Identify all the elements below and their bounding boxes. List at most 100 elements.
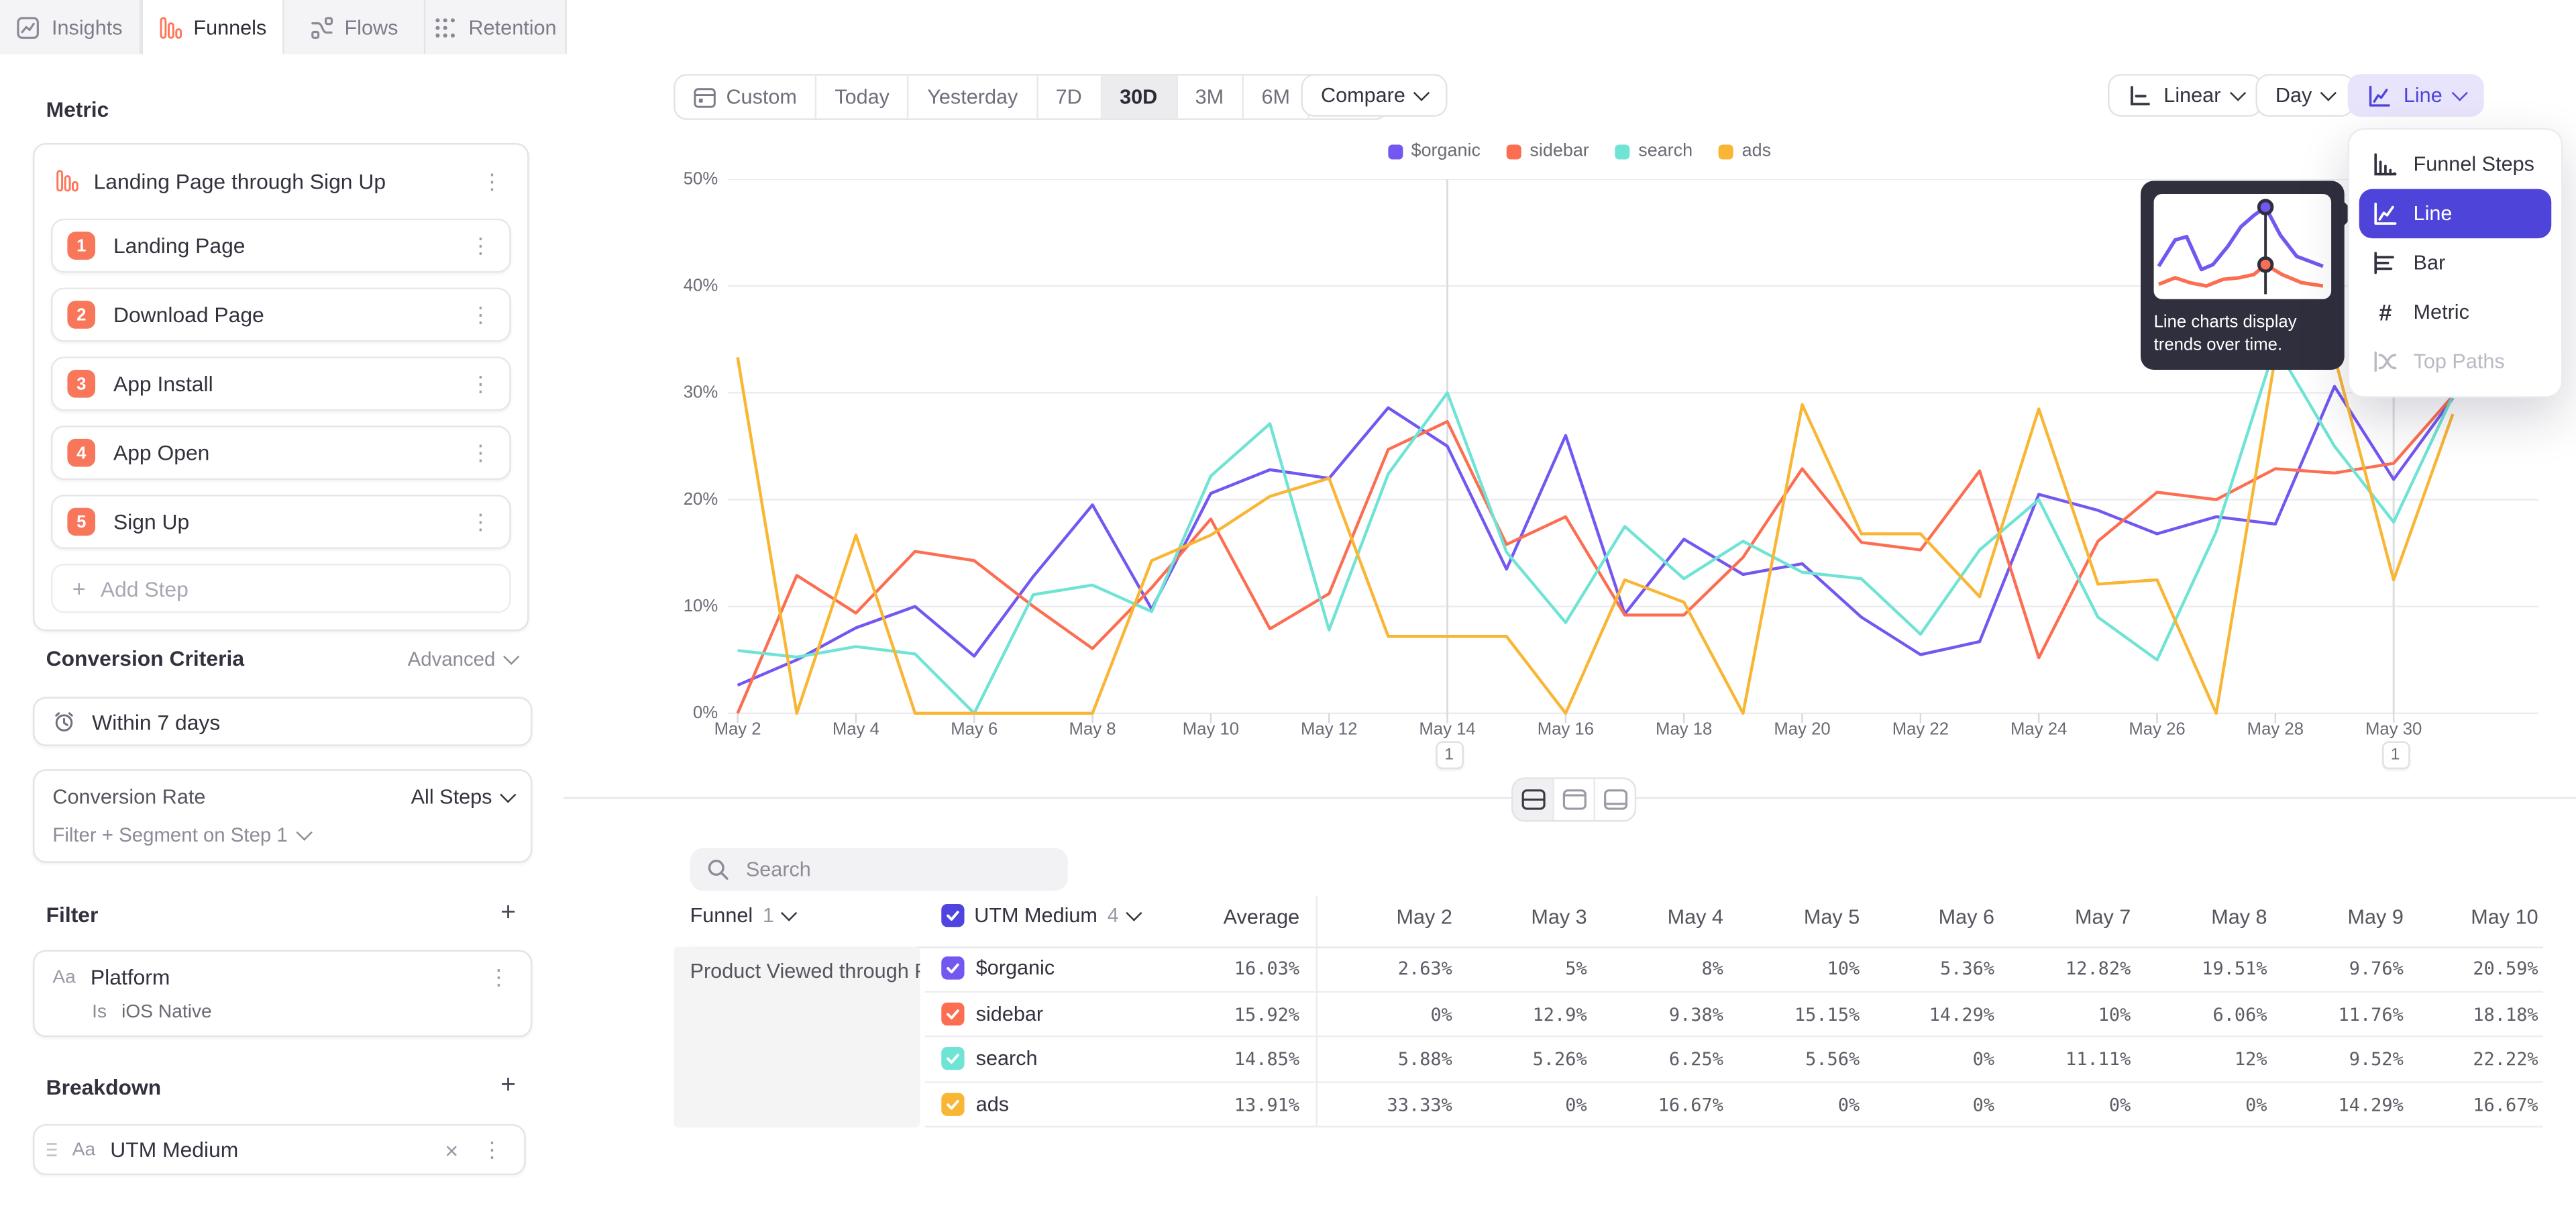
data-value: 22.22%: [2473, 1048, 2538, 1070]
average-value: 14.85%: [1234, 1048, 1299, 1070]
average-value: 13.91%: [1234, 1094, 1299, 1115]
tab-retention[interactable]: Retention: [425, 0, 567, 54]
range-7d[interactable]: 7D: [1038, 76, 1102, 119]
filter-segment-dropdown[interactable]: Filter + Segment on Step 1: [52, 823, 513, 846]
legend-item-ads[interactable]: ads: [1719, 142, 1771, 161]
insights-icon: [17, 15, 40, 38]
range-30d[interactable]: 30D: [1102, 76, 1177, 119]
granularity-dropdown[interactable]: Day: [2255, 74, 2353, 117]
breakdown-card[interactable]: Aa UTM Medium × ⋮: [33, 1124, 526, 1175]
kebab-menu-icon[interactable]: ⋮: [467, 304, 495, 325]
filter-section-title: Filter: [46, 901, 99, 926]
chevron-down-icon: [2230, 85, 2245, 101]
advanced-dropdown[interactable]: Advanced: [408, 647, 516, 670]
data-value: 9.52%: [2349, 1048, 2404, 1070]
add-step-button[interactable]: + Add Step: [51, 564, 511, 613]
tab-funnels[interactable]: Funnels: [142, 0, 284, 56]
annotation-marker[interactable]: 1: [2381, 741, 2410, 769]
chevron-down-icon: [500, 787, 515, 803]
tab-flows[interactable]: Flows: [284, 0, 426, 54]
range-yesterday[interactable]: Yesterday: [909, 76, 1037, 119]
chevron-down-icon: [297, 825, 313, 840]
funnel-column-dropdown[interactable]: Funnel 1: [690, 904, 795, 927]
all-steps-dropdown[interactable]: All Steps: [411, 786, 513, 809]
range-3m[interactable]: 3M: [1177, 76, 1244, 119]
data-value: 5.56%: [1805, 1048, 1860, 1070]
data-value: 15.15%: [1794, 1003, 1860, 1025]
kebab-menu-icon[interactable]: ⋮: [467, 373, 495, 395]
conversion-rate-label: Conversion Rate: [52, 786, 205, 809]
step-label: App Install: [113, 371, 449, 396]
series-checkbox[interactable]: [941, 1002, 964, 1025]
series-name: ads: [976, 1092, 1009, 1115]
kebab-menu-icon[interactable]: ⋮: [467, 511, 495, 533]
annotation-marker[interactable]: 1: [1435, 741, 1463, 769]
series-line-ads: [738, 356, 2453, 713]
legend-item-sidebar[interactable]: sidebar: [1507, 142, 1589, 161]
add-breakdown-button[interactable]: +: [500, 1073, 516, 1099]
step-number-badge: 1: [67, 232, 95, 260]
kebab-menu-icon[interactable]: ⋮: [467, 442, 495, 464]
data-value: 11.11%: [2065, 1048, 2131, 1070]
metric-title: Landing Page through Sign Up: [94, 168, 464, 193]
chart-legend: $organic sidebar search ads: [616, 142, 2543, 161]
string-type-icon: Aa: [72, 1140, 95, 1159]
step-number-badge: 4: [67, 439, 95, 467]
funnel-step-landing-page[interactable]: 1Landing Page⋮: [51, 219, 511, 273]
table-search[interactable]: [690, 848, 1068, 891]
legend-item-search[interactable]: search: [1615, 142, 1693, 161]
series-checkbox[interactable]: [941, 1047, 964, 1070]
date-column-header: May 7: [2075, 905, 2131, 928]
filter-card[interactable]: Aa Platform ⋮ Is iOS Native: [33, 950, 532, 1038]
remove-breakdown-icon[interactable]: ×: [440, 1138, 464, 1161]
scale-dropdown[interactable]: Linear: [2108, 74, 2263, 117]
drag-handle-icon[interactable]: [46, 1142, 58, 1157]
funnel-step-app-open[interactable]: 4 App Open ⋮: [51, 425, 511, 480]
series-checkbox[interactable]: [941, 1092, 964, 1115]
kebab-menu-icon[interactable]: ⋮: [484, 966, 513, 988]
range-today[interactable]: Today: [816, 76, 909, 119]
layout-bottom-icon[interactable]: [1595, 779, 1635, 820]
compare-button[interactable]: Compare: [1301, 74, 1448, 117]
search-input[interactable]: [743, 856, 1051, 883]
average-value: 16.03%: [1234, 958, 1299, 980]
chevron-down-icon: [782, 905, 797, 921]
kebab-menu-icon[interactable]: ⋮: [478, 1139, 506, 1160]
chart-type-dropdown[interactable]: Line: [2348, 74, 2485, 117]
series-cell: $organic: [941, 956, 1055, 979]
data-value: 5.36%: [1940, 958, 1994, 980]
y-axis-label: 40%: [629, 276, 718, 295]
date-column-header: May 9: [2347, 905, 2403, 928]
funnel-step-download-page[interactable]: 2Download Page⋮: [51, 288, 511, 342]
layout-top-icon[interactable]: [1554, 779, 1595, 820]
step-label: App Open: [113, 440, 449, 465]
x-axis-label: May 4: [815, 720, 897, 740]
menu-item-funnel-steps[interactable]: Funnel Steps: [2359, 140, 2552, 189]
series-checkbox[interactable]: [941, 956, 964, 979]
chevron-down-icon: [2321, 85, 2337, 101]
funnel-step-sign-up[interactable]: 5Sign Up⋮: [51, 495, 511, 549]
x-axis-label: May 26: [2116, 720, 2198, 740]
menu-item-line[interactable]: Line: [2359, 189, 2552, 238]
range-custom[interactable]: Custom: [676, 76, 817, 119]
step-number-badge: 3: [67, 370, 95, 398]
conversion-window-button[interactable]: Within 7 days: [33, 697, 532, 746]
funnel-step-app-install[interactable]: 3 App Install ⋮: [51, 356, 511, 411]
menu-item-metric[interactable]: #Metric: [2359, 288, 2552, 337]
select-all-checkbox[interactable]: [941, 904, 964, 927]
metric-card: Landing Page through Sign Up ⋮ 1Landing …: [33, 143, 529, 631]
date-column-header: May 10: [2471, 905, 2538, 928]
x-axis-label: May 18: [1643, 720, 1725, 740]
tab-insights[interactable]: Insights: [0, 0, 142, 54]
kebab-menu-icon[interactable]: ⋮: [478, 170, 506, 191]
legend-item-organic[interactable]: $organic: [1388, 142, 1481, 161]
breakdown-column-dropdown[interactable]: UTM Medium 4: [941, 904, 1139, 927]
layout-split-icon[interactable]: [1513, 779, 1554, 820]
step-number-badge: 2: [67, 301, 95, 329]
range-6m[interactable]: 6M: [1244, 76, 1310, 119]
menu-item-bar[interactable]: Bar: [2359, 238, 2552, 287]
series-cell: sidebar: [941, 1002, 1043, 1025]
kebab-menu-icon[interactable]: ⋮: [467, 235, 495, 256]
conversion-criteria-title: Conversion Criteria: [46, 646, 244, 670]
add-filter-button[interactable]: +: [500, 901, 516, 927]
